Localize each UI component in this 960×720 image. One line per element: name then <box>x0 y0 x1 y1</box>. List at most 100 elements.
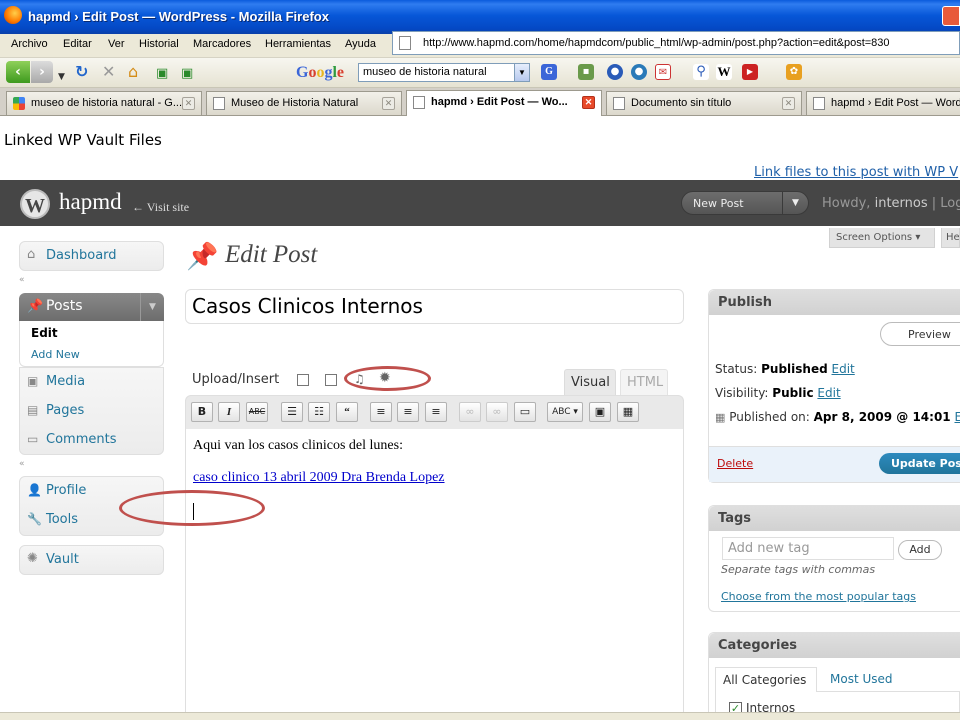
tab-label: Documento sin título <box>631 97 732 109</box>
image-search-icon[interactable]: ▪ <box>578 64 594 80</box>
logout-link[interactable]: | Log <box>932 196 960 211</box>
search-icon[interactable]: ⚲ <box>693 64 709 80</box>
menu-dashboard[interactable]: ⌂ Dashboard <box>19 242 164 271</box>
menu-editar[interactable]: Editar <box>63 38 92 50</box>
popular-tags-link[interactable]: Choose from the most popular tags <box>721 590 916 603</box>
tab-most-used[interactable]: Most Used <box>830 672 893 686</box>
back-button[interactable]: ‹ <box>6 61 30 83</box>
align-right-icon[interactable]: ≡ <box>425 402 447 422</box>
unlink-icon[interactable]: ∞ <box>486 402 508 422</box>
forward-button[interactable]: › <box>31 61 53 83</box>
translate-icon[interactable]: ● <box>631 64 647 80</box>
menu-separator-arrow[interactable]: « <box>19 275 25 285</box>
align-center-icon[interactable]: ≡ <box>397 402 419 422</box>
spellcheck-button[interactable]: ABC ▾ <box>547 402 583 422</box>
google-search-dropdown[interactable]: ▼ <box>514 64 529 81</box>
align-left-icon[interactable]: ≡ <box>370 402 392 422</box>
menu-vault[interactable]: ✺ Vault <box>19 546 164 575</box>
new-tab-icon[interactable]: ▣ <box>181 65 193 83</box>
chevron-down-icon[interactable]: ▼ <box>140 293 164 321</box>
fullscreen-icon[interactable]: ▣ <box>589 402 611 422</box>
dashboard-icon: ⌂ <box>27 247 36 262</box>
menu-herramientas[interactable]: Herramientas <box>265 38 331 50</box>
categories-box-title: Categories <box>709 633 960 658</box>
visit-site-link[interactable]: ← Visit site <box>132 200 189 215</box>
reload-icon[interactable]: ↻ <box>75 63 88 81</box>
editor-paragraph[interactable]: Aqui van los casos clinicos del lunes: <box>193 438 403 454</box>
more-tag-icon[interactable]: ▭ <box>514 402 536 422</box>
menu-separator-arrow[interactable]: « <box>19 459 25 469</box>
wikipedia-icon[interactable]: W <box>716 64 732 80</box>
google-tab-icon <box>13 97 25 110</box>
submenu-edit[interactable]: Edit <box>31 326 58 340</box>
tab-visual[interactable]: Visual <box>564 369 616 395</box>
strikethrough-button[interactable]: ABC <box>246 402 268 422</box>
tab-close-icon[interactable]: ✕ <box>382 97 395 110</box>
menu-posts[interactable]: 📌 Posts ▼ <box>19 293 164 321</box>
history-dropdown-icon[interactable]: ▼ <box>58 68 65 86</box>
post-title-input[interactable]: Casos Clinicos Internos <box>185 289 684 324</box>
visibility-edit-link[interactable]: Edit <box>817 386 840 400</box>
address-bar[interactable]: http://www.hapmd.com/home/hapmdcom/publi… <box>392 31 960 55</box>
tab-close-icon[interactable]: ✕ <box>582 96 595 109</box>
bold-button[interactable]: B <box>191 402 213 422</box>
globe-icon[interactable]: ● <box>607 64 623 80</box>
numbered-list-icon[interactable]: ☷ <box>308 402 330 422</box>
firefox-icon <box>4 6 22 24</box>
tab-edit-post-active[interactable]: hapmd › Edit Post — Wo... ✕ <box>406 90 602 116</box>
menu-ver[interactable]: Ver <box>108 38 125 50</box>
status-edit-link[interactable]: Edit <box>832 362 855 376</box>
help-tab[interactable]: Help <box>941 228 960 248</box>
delete-link[interactable]: Delete <box>717 457 753 470</box>
kitchen-sink-icon[interactable]: ▦ <box>617 402 639 422</box>
menu-historial[interactable]: Historial <box>139 38 179 50</box>
mail-icon[interactable]: ✉ <box>655 64 671 80</box>
google-search-input[interactable]: museo de historia natural ▼ <box>358 63 530 82</box>
tab-documento[interactable]: Documento sin título ✕ <box>606 91 802 115</box>
published-edit-link[interactable]: Ed <box>954 410 960 424</box>
new-post-button[interactable]: New Post ▼ <box>681 191 809 215</box>
pages-icon: ▤ <box>27 403 39 417</box>
stop-icon[interactable]: ✕ <box>102 63 115 81</box>
bookmark-add-icon[interactable]: ▣ <box>156 65 168 83</box>
google-logo: Google <box>296 64 345 81</box>
link-files-link[interactable]: Link files to this post with WP V <box>754 165 958 180</box>
update-post-button[interactable]: Update Pos <box>879 453 960 474</box>
bullet-list-icon[interactable]: ☰ <box>281 402 303 422</box>
italic-button[interactable]: I <box>218 402 240 422</box>
site-name[interactable]: hapmd <box>59 189 122 215</box>
add-tag-button[interactable]: Add <box>898 540 942 560</box>
tab-close-icon[interactable]: ✕ <box>182 97 195 110</box>
tab-museo[interactable]: Museo de Historia Natural ✕ <box>206 91 402 115</box>
menu-ayuda[interactable]: Ayuda <box>345 38 376 50</box>
tab-html[interactable]: HTML <box>620 369 668 395</box>
address-url[interactable]: http://www.hapmd.com/home/hapmdcom/publi… <box>423 37 890 49</box>
youtube-icon[interactable]: ▶ <box>742 64 758 80</box>
tab-edit-post-2[interactable]: hapmd › Edit Post — WordP <box>806 91 960 115</box>
link-icon[interactable]: ∞ <box>459 402 481 422</box>
google-search-icon[interactable]: G <box>541 64 557 80</box>
preview-button[interactable]: Preview <box>880 322 960 346</box>
editor-link[interactable]: caso clinico 13 abril 2009 Dra Brenda Lo… <box>193 470 445 486</box>
home-icon[interactable]: ⌂ <box>128 63 138 81</box>
window-control-button[interactable] <box>942 6 960 26</box>
tab-all-categories[interactable]: All Categories <box>715 667 817 692</box>
chevron-down-icon[interactable]: ▼ <box>782 192 808 214</box>
menu-pages[interactable]: ▤ Pages <box>19 397 164 426</box>
comments-icon: ▭ <box>27 432 39 446</box>
menu-comments[interactable]: ▭ Comments <box>19 426 164 455</box>
menu-media[interactable]: ▣ Media <box>19 368 164 397</box>
howdy-user[interactable]: internos <box>875 196 928 211</box>
annotation-ellipse-media <box>344 366 431 391</box>
screen-options-tab[interactable]: Screen Options ▾ <box>829 228 935 248</box>
blockquote-icon[interactable]: “ <box>336 402 358 422</box>
add-video-icon[interactable] <box>325 374 337 386</box>
add-image-icon[interactable] <box>297 374 309 386</box>
tag-input[interactable]: Add new tag <box>722 537 894 560</box>
submenu-add-new[interactable]: Add New <box>31 348 80 361</box>
tab-close-icon[interactable]: ✕ <box>782 97 795 110</box>
tab-museo-google[interactable]: museo de historia natural - G... ✕ <box>6 91 202 115</box>
extensions-icon[interactable]: ✿ <box>786 64 802 80</box>
menu-archivo[interactable]: Archivo <box>11 38 48 50</box>
menu-marcadores[interactable]: Marcadores <box>193 38 251 50</box>
